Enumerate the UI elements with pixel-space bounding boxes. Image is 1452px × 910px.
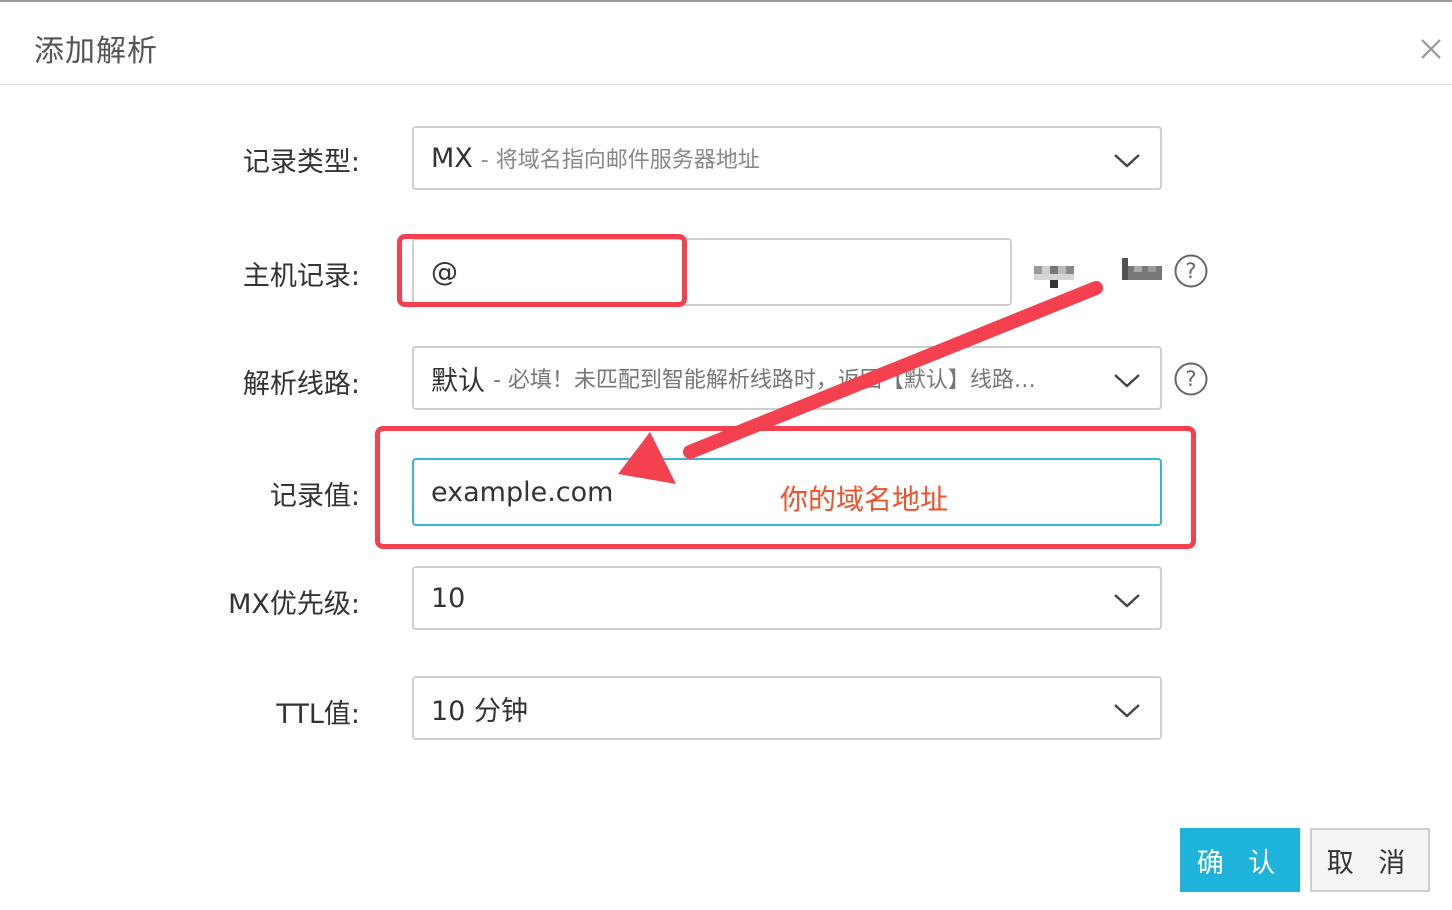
svg-text:?: ? xyxy=(1185,367,1196,391)
host-record-label: 主机记录: xyxy=(242,261,360,292)
line-label: 解析线路: xyxy=(242,369,360,400)
chevron-down-icon xyxy=(1114,594,1140,608)
host-record-highlight xyxy=(397,234,687,307)
record-type-select[interactable]: MX - 将域名指向邮件服务器地址 xyxy=(412,126,1162,190)
help-icon[interactable]: ? xyxy=(1174,362,1208,396)
help-icon[interactable]: ? xyxy=(1174,254,1208,288)
ttl-value: 10 分钟 xyxy=(431,695,528,727)
mx-priority-select[interactable]: 10 xyxy=(412,566,1162,630)
record-type-description: - 将域名指向邮件服务器地址 xyxy=(480,148,760,173)
annotation-label: 你的域名地址 xyxy=(780,483,949,516)
blurred-text xyxy=(1034,266,1074,288)
dialog-header: 添加解析 xyxy=(0,0,1452,85)
line-description: - 必填！未匹配到智能解析线路时，返回【默认】线路… xyxy=(493,368,1036,393)
ttl-select[interactable]: 10 分钟 xyxy=(412,676,1162,740)
ttl-label: TTL值: xyxy=(276,699,360,730)
record-type-value: MX xyxy=(431,142,473,174)
record-type-label: 记录类型: xyxy=(242,147,360,178)
svg-text:?: ? xyxy=(1185,259,1196,283)
mx-priority-label: MX优先级: xyxy=(228,589,360,620)
chevron-down-icon xyxy=(1114,704,1140,718)
record-value-label: 记录值: xyxy=(269,481,360,512)
mx-priority-value: 10 xyxy=(431,582,466,614)
confirm-button[interactable]: 确 认 xyxy=(1180,828,1300,892)
close-icon[interactable] xyxy=(1412,30,1448,66)
chevron-down-icon xyxy=(1114,154,1140,168)
blurred-text xyxy=(1122,258,1162,280)
cancel-button[interactable]: 取 消 xyxy=(1310,828,1430,892)
line-value: 默认 xyxy=(431,365,485,397)
line-select[interactable]: 默认 - 必填！未匹配到智能解析线路时，返回【默认】线路… xyxy=(412,346,1162,410)
chevron-down-icon xyxy=(1114,374,1140,388)
dialog-title: 添加解析 xyxy=(34,34,158,69)
